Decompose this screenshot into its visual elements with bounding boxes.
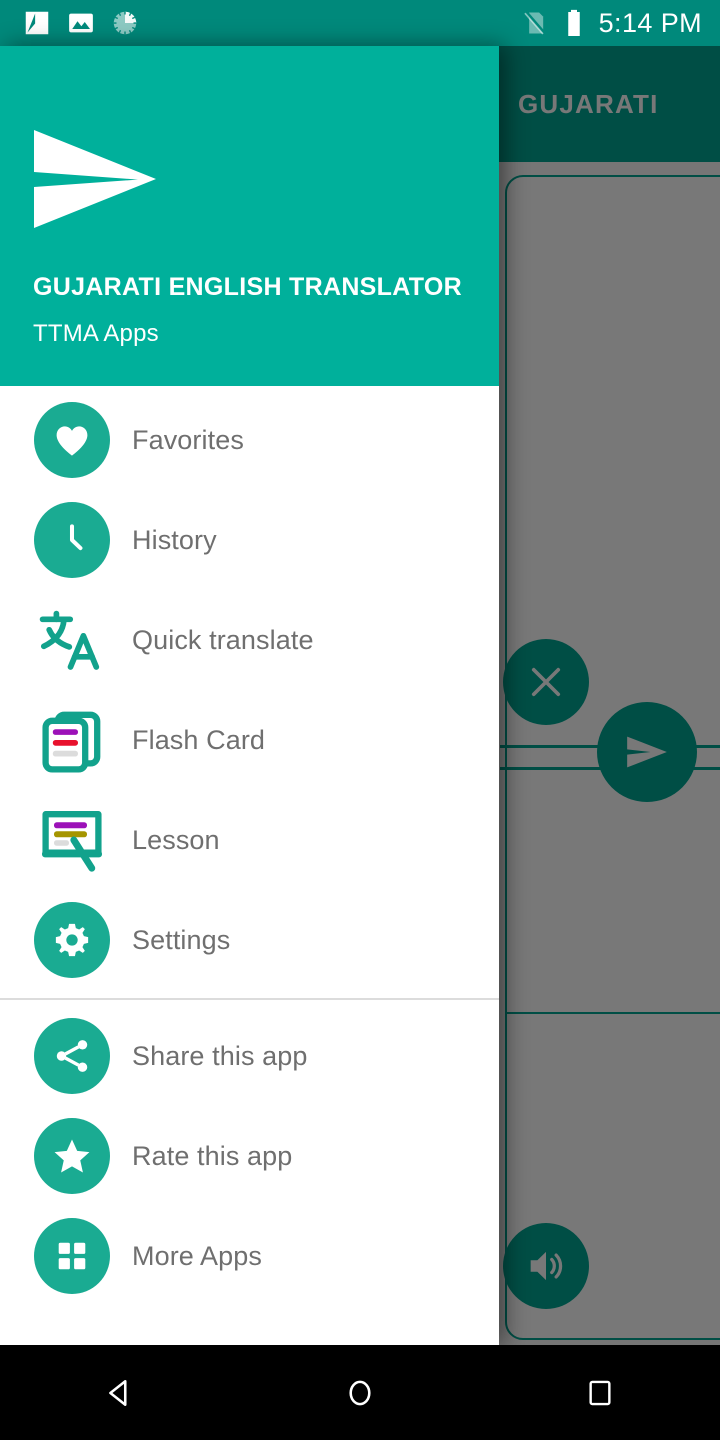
back-button[interactable] (60, 1345, 180, 1440)
paper-plane-logo (30, 124, 160, 239)
recents-button[interactable] (540, 1345, 660, 1440)
menu-item-label: Lesson (132, 824, 220, 855)
menu-item-label: Favorites (132, 424, 244, 455)
menu-item-quick-translate[interactable]: Quick translate (0, 590, 499, 690)
menu-item-label: History (132, 524, 217, 555)
drawer-header: GUJARATI ENGLISH TRANSLATOR TTMA Apps (0, 46, 499, 386)
app-developer: TTMA Apps (33, 320, 159, 347)
home-button[interactable] (300, 1345, 420, 1440)
menu-item-label: More Apps (132, 1240, 262, 1271)
menu-item-label: Settings (132, 924, 231, 955)
clock-icon (32, 500, 112, 580)
screenshot-icon (25, 11, 49, 35)
menu-item-lesson[interactable]: Lesson (0, 790, 499, 890)
menu-item-label: Share this app (132, 1040, 308, 1071)
back-triangle-icon (109, 1379, 127, 1406)
menu-item-favorites[interactable]: Favorites (0, 390, 499, 490)
menu-item-more-apps[interactable]: More Apps (0, 1206, 499, 1306)
menu-item-flash-card[interactable]: Flash Card (0, 690, 499, 790)
flash-card-icon (32, 700, 112, 780)
status-bar: 5:14 PM (0, 0, 720, 46)
grid-apps-icon (32, 1216, 112, 1296)
sync-progress-icon (113, 11, 137, 35)
status-bar-left-icons (0, 8, 140, 38)
home-circle-icon (349, 1380, 371, 1405)
drawer-secondary-menu: Share this app Rate this app More Apps (0, 1000, 499, 1306)
lesson-icon (32, 800, 112, 880)
navigation-drawer: GUJARATI ENGLISH TRANSLATOR TTMA Apps Fa… (0, 46, 499, 1345)
menu-item-history[interactable]: History (0, 490, 499, 590)
android-screen: GUJARATI (0, 0, 720, 1440)
gear-icon (32, 900, 112, 980)
status-bar-clock: 5:14 PM (598, 7, 702, 38)
menu-item-label: Rate this app (132, 1140, 293, 1171)
share-icon (32, 1016, 112, 1096)
photo-icon (69, 13, 93, 33)
recents-square-icon (589, 1380, 611, 1405)
menu-item-label: Flash Card (132, 724, 266, 755)
star-icon (32, 1116, 112, 1196)
status-bar-right: 5:14 PM (521, 8, 720, 39)
menu-item-settings[interactable]: Settings (0, 890, 499, 990)
menu-item-rate-this-app[interactable]: Rate this app (0, 1106, 499, 1206)
drawer-header-text: GUJARATI ENGLISH TRANSLATOR TTMA Apps (33, 271, 475, 348)
translate-icon (32, 600, 112, 680)
heart-icon (32, 400, 112, 480)
battery-full-icon (567, 9, 580, 36)
android-navigation-bar (0, 1345, 720, 1440)
app-title: GUJARATI ENGLISH TRANSLATOR (33, 273, 462, 301)
menu-item-label: Quick translate (132, 624, 314, 655)
drawer-primary-menu: Favorites History Quick translate Flash … (0, 386, 499, 990)
no-sim-icon (523, 11, 546, 35)
menu-item-share-this-app[interactable]: Share this app (0, 1006, 499, 1106)
